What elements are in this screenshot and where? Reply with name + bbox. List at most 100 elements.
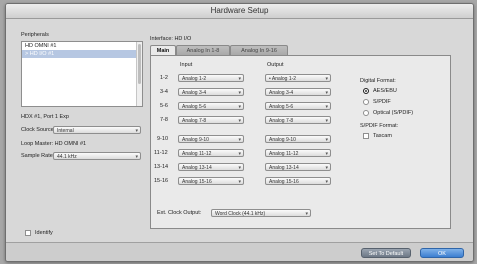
interface-label: Interface: HD I/O bbox=[150, 36, 192, 42]
spdif-format-label: S/PDIF Format: bbox=[360, 123, 399, 129]
channel-label: 11-12 bbox=[154, 150, 168, 156]
channel-label: 13-14 bbox=[154, 164, 169, 170]
peripheral-item-hd-io[interactable]: > HD I/O #1 bbox=[22, 50, 142, 58]
output-select[interactable]: Analog 3-4 ▾ bbox=[265, 88, 331, 96]
chevron-down-icon: ▾ bbox=[325, 179, 328, 185]
scrollbar-thumb[interactable] bbox=[138, 44, 141, 84]
hardware-setup-window: Hardware Setup Peripherals HD OMNI #1 > … bbox=[5, 3, 474, 262]
output-select[interactable]: • Analog 1-2 ▾ bbox=[265, 74, 331, 82]
input-value: Analog 5-6 bbox=[182, 104, 207, 110]
chevron-down-icon: ▾ bbox=[325, 165, 328, 171]
title-bar: Hardware Setup bbox=[6, 4, 473, 19]
bottom-bar: Set To Default OK bbox=[6, 242, 473, 261]
input-value: Analog 1-2 bbox=[182, 76, 207, 82]
output-value: Analog 11-12 bbox=[269, 151, 299, 157]
tab-analog-in-1-8[interactable]: Analog In 1-8 bbox=[176, 45, 230, 55]
output-select[interactable]: Analog 15-16 ▾ bbox=[265, 177, 331, 185]
input-header: Input bbox=[180, 62, 193, 68]
input-select[interactable]: Analog 11-12 ▾ bbox=[178, 149, 244, 157]
input-value: Analog 13-14 bbox=[182, 165, 212, 171]
chevron-down-icon: ▾ bbox=[135, 154, 138, 160]
chevron-down-icon: ▾ bbox=[325, 137, 328, 143]
clock-source-value: Internal bbox=[57, 128, 74, 134]
peripherals-list[interactable]: HD OMNI #1 > HD I/O #1 bbox=[21, 41, 143, 107]
channel-label: 7-8 bbox=[160, 117, 168, 123]
output-value: Analog 15-16 bbox=[269, 179, 299, 185]
peripherals-scrollbar[interactable] bbox=[136, 42, 142, 106]
output-value: Analog 3-4 bbox=[269, 90, 294, 96]
radio-aes-ebu[interactable] bbox=[363, 88, 369, 94]
peripherals-label: Peripherals bbox=[21, 32, 49, 38]
input-select[interactable]: Analog 3-4 ▾ bbox=[178, 88, 244, 96]
channel-label: 5-6 bbox=[160, 103, 168, 109]
ext-clock-select[interactable]: Word Clock (44.1 kHz) ▾ bbox=[211, 209, 311, 217]
clock-source-select[interactable]: Internal ▾ bbox=[53, 126, 141, 134]
chevron-down-icon: ▾ bbox=[325, 151, 328, 157]
set-to-default-button[interactable]: Set To Default bbox=[361, 248, 411, 258]
input-select[interactable]: Analog 7-8 ▾ bbox=[178, 116, 244, 124]
output-select[interactable]: Analog 9-10 ▾ bbox=[265, 135, 331, 143]
chevron-down-icon: ▾ bbox=[238, 118, 241, 124]
input-select[interactable]: Analog 15-16 ▾ bbox=[178, 177, 244, 185]
output-value: Analog 13-14 bbox=[269, 165, 299, 171]
input-select[interactable]: Analog 9-10 ▾ bbox=[178, 135, 244, 143]
tab-analog-in-9-16[interactable]: Analog In 9-16 bbox=[230, 45, 288, 55]
peripheral-item-hd-omni[interactable]: HD OMNI #1 bbox=[22, 42, 142, 50]
ok-button[interactable]: OK bbox=[420, 248, 464, 258]
loop-master-label: Loop Master: HD OMNI #1 bbox=[21, 141, 87, 147]
chevron-down-icon: ▾ bbox=[325, 76, 328, 82]
tascam-label: Tascam bbox=[373, 133, 392, 139]
radio-optical-spdif[interactable] bbox=[363, 110, 369, 116]
ext-clock-label: Ext. Clock Output: bbox=[157, 210, 202, 216]
chevron-down-icon: ▾ bbox=[238, 165, 241, 171]
sample-rate-select[interactable]: 44.1 kHz ▾ bbox=[53, 152, 141, 160]
radio-spdif-label: S/PDIF bbox=[373, 99, 391, 105]
chevron-down-icon: ▾ bbox=[325, 90, 328, 96]
chevron-down-icon: ▾ bbox=[305, 211, 308, 217]
identify-label: Identify bbox=[35, 230, 53, 236]
ext-clock-value: Word Clock (44.1 kHz) bbox=[215, 211, 266, 217]
sample-rate-value: 44.1 kHz bbox=[57, 154, 77, 160]
chevron-down-icon: ▾ bbox=[325, 118, 328, 124]
tab-main[interactable]: Main bbox=[150, 45, 176, 55]
chevron-down-icon: ▾ bbox=[325, 104, 328, 110]
output-value: Analog 7-8 bbox=[269, 118, 294, 124]
chevron-down-icon: ▾ bbox=[238, 137, 241, 143]
output-select[interactable]: Analog 5-6 ▾ bbox=[265, 102, 331, 110]
digital-format-label: Digital Format: bbox=[360, 78, 396, 84]
input-select[interactable]: Analog 1-2 ▾ bbox=[178, 74, 244, 82]
chevron-down-icon: ▾ bbox=[238, 104, 241, 110]
output-select[interactable]: Analog 13-14 ▾ bbox=[265, 163, 331, 171]
chevron-down-icon: ▾ bbox=[135, 128, 138, 134]
channel-label: 15-16 bbox=[154, 178, 169, 184]
input-value: Analog 3-4 bbox=[182, 90, 207, 96]
channel-label: 3-4 bbox=[160, 89, 168, 95]
input-value: Analog 7-8 bbox=[182, 118, 207, 124]
clock-source-label: Clock Source: bbox=[21, 127, 56, 133]
window-title: Hardware Setup bbox=[210, 6, 269, 15]
device-info: HDX #1, Port 1 Exp bbox=[21, 114, 69, 120]
sample-rate-label: Sample Rate: bbox=[21, 153, 55, 159]
radio-aes-ebu-label: AES/EBU bbox=[373, 88, 397, 94]
chevron-down-icon: ▾ bbox=[238, 179, 241, 185]
radio-spdif[interactable] bbox=[363, 99, 369, 105]
chevron-down-icon: ▾ bbox=[238, 90, 241, 96]
output-value: Analog 9-10 bbox=[269, 137, 296, 143]
output-value: Analog 5-6 bbox=[269, 104, 294, 110]
chevron-down-icon: ▾ bbox=[238, 76, 241, 82]
input-value: Analog 11-12 bbox=[182, 151, 212, 157]
chevron-down-icon: ▾ bbox=[238, 151, 241, 157]
input-value: Analog 9-10 bbox=[182, 137, 209, 143]
input-value: Analog 15-16 bbox=[182, 179, 212, 185]
input-select[interactable]: Analog 5-6 ▾ bbox=[178, 102, 244, 110]
tascam-checkbox[interactable] bbox=[363, 133, 369, 139]
channel-label: 1-2 bbox=[160, 75, 168, 81]
identify-checkbox[interactable] bbox=[25, 230, 31, 236]
radio-optical-spdif-label: Optical (S/PDIF) bbox=[373, 110, 414, 116]
output-select[interactable]: Analog 11-12 ▾ bbox=[265, 149, 331, 157]
output-value: • Analog 1-2 bbox=[269, 76, 297, 82]
output-select[interactable]: Analog 7-8 ▾ bbox=[265, 116, 331, 124]
output-header: Output bbox=[267, 62, 284, 68]
input-select[interactable]: Analog 13-14 ▾ bbox=[178, 163, 244, 171]
channel-label: 9-10 bbox=[157, 136, 169, 142]
